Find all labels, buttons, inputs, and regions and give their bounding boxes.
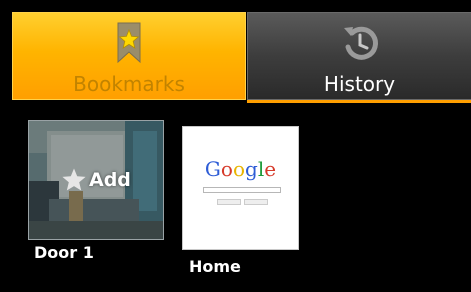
- add-bookmark-row: Add: [61, 167, 131, 193]
- bookmark-grid: Add Door 1 Google Home: [0, 104, 471, 292]
- thumbnail-lucky-button: [244, 199, 268, 205]
- tab-underline: [247, 100, 471, 103]
- bookmark-star-icon: [117, 22, 141, 64]
- thumbnail-search-button: [217, 199, 241, 205]
- bookmark-title: Door 1: [34, 243, 94, 262]
- tab-label: History: [323, 72, 396, 96]
- tab-bookmarks[interactable]: Bookmarks: [12, 12, 246, 100]
- home-bookmark-thumbnail[interactable]: Google: [182, 126, 299, 250]
- thumbnail-search-box: [203, 187, 281, 193]
- tab-history[interactable]: History: [247, 12, 471, 100]
- history-icon: [343, 26, 378, 60]
- tab-bar: Bookmarks History: [0, 0, 471, 104]
- google-logo: Google: [204, 157, 277, 181]
- tab-label: Bookmarks: [73, 72, 185, 96]
- bookmark-title: Home: [189, 257, 241, 276]
- bookmarks-screen: Bookmarks History Add Door 1 Google Home: [0, 0, 471, 292]
- star-icon: [62, 168, 86, 191]
- add-bookmark-thumbnail[interactable]: Add: [28, 120, 164, 240]
- add-label: Add: [89, 169, 131, 191]
